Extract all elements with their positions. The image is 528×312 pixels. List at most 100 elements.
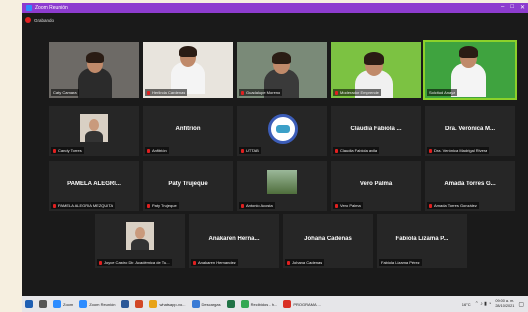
- participant-name: Fabiola Lizama Pérez: [381, 260, 420, 265]
- muted-mic-icon: [147, 148, 150, 153]
- taskbar-item[interactable]: PROGRAMA ...: [280, 296, 324, 312]
- participant-name: Dra. Verónica Madrigal Rivera: [434, 148, 488, 153]
- taskbar-item[interactable]: [22, 296, 36, 312]
- participant-tile[interactable]: Amada Torres G... Amada Torres González: [425, 161, 515, 211]
- taskbar-item[interactable]: whatsapp-vo...: [146, 296, 188, 312]
- profile-picture: [126, 222, 154, 250]
- muted-mic-icon: [287, 260, 290, 265]
- participant-name: Anfitrión: [152, 148, 167, 153]
- taskbar-item-label: whatsapp-vo...: [159, 301, 186, 307]
- person-body: [85, 131, 103, 142]
- participant-tile[interactable]: Herlinda Cardenas: [143, 42, 233, 98]
- participant-tile[interactable]: Guadalupe Moreno: [237, 42, 327, 98]
- participant-tile[interactable]: Moderador Emprende: [331, 42, 421, 98]
- participant-name: Johana Cadenas: [292, 260, 323, 265]
- participant-display-name: Claudia Fabiola ...: [350, 126, 402, 132]
- close-button[interactable]: ✕: [520, 4, 525, 11]
- participant-name-caption: UTTAB: [239, 147, 261, 154]
- uttab-logo: [268, 114, 298, 144]
- participant-display-name: Johana Cadenas: [304, 235, 352, 242]
- taskbar-item[interactable]: Zoom Reunión: [76, 296, 118, 312]
- person-hair: [459, 46, 478, 58]
- landscape-picture: [267, 170, 297, 194]
- participant-tile[interactable]: Caty Camara: [49, 42, 139, 98]
- logo-mark: [276, 125, 290, 133]
- participant-name-caption: Antonio Acosta: [239, 202, 275, 209]
- participant-name-caption: Candy Torres: [51, 147, 84, 154]
- participant-name: Solcitud Anaya: [429, 90, 456, 95]
- participant-name-caption: Paty Trujeque: [145, 202, 179, 209]
- notifications-icon[interactable]: ▢: [518, 301, 524, 308]
- participant-tile[interactable]: Solcitud Anaya: [423, 40, 517, 100]
- participant-tile[interactable]: Candy Torres: [49, 106, 139, 156]
- taskbar-item-label: Zoom Reunión: [89, 301, 116, 307]
- profile-picture: [80, 114, 108, 142]
- participant-display-name: Anfitrión: [175, 126, 201, 132]
- recording-icon[interactable]: [25, 17, 31, 23]
- participant-tile[interactable]: Dra. Verónica M... Dra. Verónica Madrigal…: [425, 106, 515, 156]
- participant-tile[interactable]: Johana Cadenas Johana Cadenas: [283, 214, 373, 268]
- person-hair: [86, 52, 104, 64]
- participant-name: Vero Palma: [340, 203, 361, 208]
- participant-name-caption: Solcitud Anaya: [427, 89, 458, 96]
- zoom-icon: [53, 300, 61, 308]
- participant-name-caption: PAMELA ALEGRIA MEZQUITA: [51, 202, 116, 209]
- participant-display-name: Anakaren Herna...: [208, 235, 260, 242]
- person-hair: [364, 52, 384, 65]
- task-view-icon: [39, 300, 47, 308]
- word-icon: [121, 300, 130, 308]
- taskbar-item[interactable]: [118, 296, 132, 312]
- participant-tile[interactable]: Antonio Acosta: [237, 161, 327, 211]
- participant-name-caption: Amada Torres González: [427, 202, 479, 209]
- participant-tile[interactable]: PAMELA ALEGRI... PAMELA ALEGRIA MEZQUITA: [49, 161, 139, 211]
- taskbar-item[interactable]: Zoom: [50, 296, 76, 312]
- muted-mic-icon: [429, 203, 432, 208]
- participant-tile[interactable]: Fabiola Lizama P... Fabiola Lizama Pérez: [377, 214, 467, 268]
- participant-tile[interactable]: Joyce Castro Dir. Académica de Tu...: [95, 214, 185, 268]
- pdf-icon: [283, 300, 292, 308]
- participant-tile[interactable]: UTTAB: [237, 106, 327, 156]
- participant-name-caption: Joyce Castro Dir. Académica de Tu...: [97, 259, 172, 266]
- system-tray: 16°C ⌃ ♪ ▮ ◔ 09:00 a. m. 28/10/2021 ▢: [462, 296, 524, 312]
- windows-taskbar: Zoom Zoom Reunión whatsapp-vo... Descargas R…: [22, 296, 528, 312]
- participant-name-caption: Anakaren Hernandez: [191, 259, 238, 266]
- participant-name-caption: Herlinda Cardenas: [145, 89, 188, 96]
- muted-mic-icon: [335, 203, 338, 208]
- zoom-meeting-icon: [79, 300, 88, 308]
- tray-icons[interactable]: ⌃ ♪ ▮ ◔: [475, 301, 492, 307]
- recording-bar: Grabando: [22, 13, 528, 27]
- participant-name: Joyce Castro Dir. Académica de Tu...: [104, 260, 170, 265]
- person-head: [89, 119, 99, 131]
- muted-mic-icon: [193, 260, 196, 265]
- participant-name: PAMELA ALEGRIA MEZQUITA: [58, 203, 114, 208]
- taskbar-item[interactable]: [224, 296, 238, 312]
- participant-tile[interactable]: Anfitrión Anfitrión: [143, 106, 233, 156]
- muted-mic-icon: [335, 90, 338, 95]
- muted-mic-icon: [147, 203, 150, 208]
- maximize-button[interactable]: □: [510, 4, 514, 11]
- participant-tile[interactable]: Paty Trujeque Paty Trujeque: [143, 161, 233, 211]
- taskbar-item[interactable]: Descargas: [189, 296, 224, 312]
- participant-name: Herlinda Cardenas: [152, 90, 186, 95]
- participant-tile[interactable]: Anakaren Herna... Anakaren Hernandez: [189, 214, 279, 268]
- muted-mic-icon: [429, 148, 432, 153]
- clock[interactable]: 09:00 a. m. 28/10/2021: [495, 299, 514, 309]
- taskbar-item-label: Descargas: [201, 301, 221, 307]
- participant-name: Antonio Acosta: [246, 203, 273, 208]
- taskbar-item[interactable]: [132, 296, 146, 312]
- muted-mic-icon: [99, 260, 102, 265]
- weather-text[interactable]: 16°C: [462, 302, 471, 307]
- recording-label: Grabando: [34, 17, 55, 23]
- powerpoint-icon: [135, 300, 144, 308]
- muted-mic-icon: [241, 148, 244, 153]
- participant-tile[interactable]: Vero Palma Vero Palma: [331, 161, 421, 211]
- person-hair: [179, 46, 197, 58]
- muted-mic-icon: [53, 203, 56, 208]
- participant-display-name: Fabiola Lizama P...: [395, 235, 449, 242]
- muted-mic-icon: [241, 90, 244, 95]
- taskbar-item-label: PROGRAMA ...: [293, 301, 321, 307]
- taskbar-item[interactable]: Recibidos - h...: [238, 296, 281, 312]
- minimize-button[interactable]: –: [501, 4, 504, 11]
- participant-tile[interactable]: Claudia Fabiola ... Claudia Fabiola avila: [331, 106, 421, 156]
- taskbar-item[interactable]: [36, 296, 50, 312]
